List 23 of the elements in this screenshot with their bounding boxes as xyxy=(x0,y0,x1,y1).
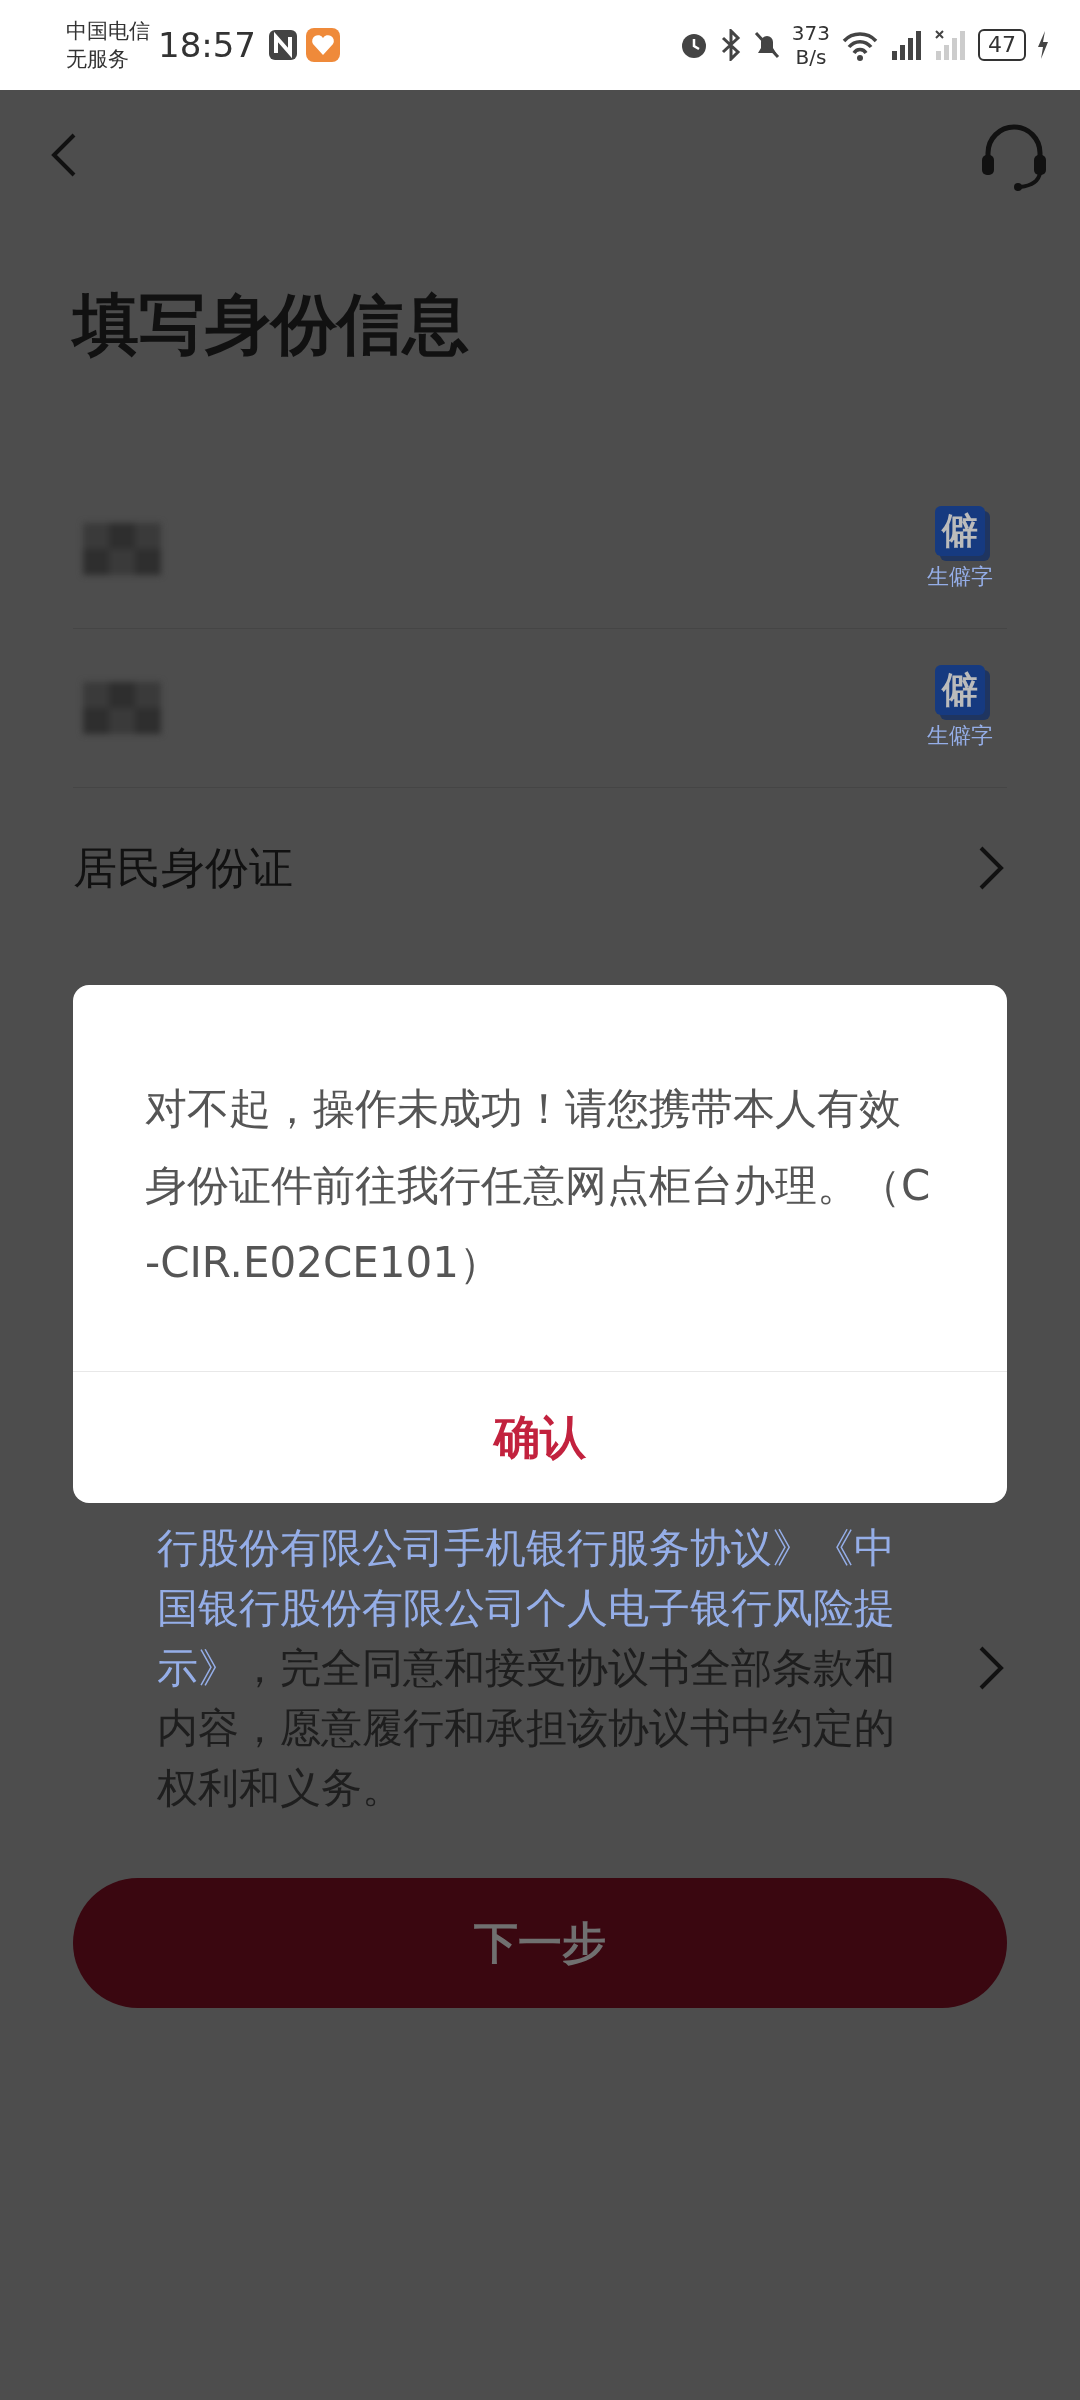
wifi-icon xyxy=(840,29,880,61)
signal-off-icon xyxy=(934,29,968,61)
clock: 18:57 xyxy=(158,25,256,65)
signal-icon xyxy=(890,29,924,61)
carrier-name: 中国电信 xyxy=(66,18,150,45)
speed-unit: B/s xyxy=(795,45,827,69)
page-title: 填写身份信息 xyxy=(73,285,470,365)
network-speed: 373 xyxy=(791,21,830,45)
agreement-link[interactable]: 行股份有限公司手机银行服务协议》 xyxy=(157,1524,813,1572)
charging-icon xyxy=(1036,30,1050,60)
agreement-link[interactable]: 国银行股份有限公司个人电子银行风险提 xyxy=(157,1584,895,1632)
nfc-icon xyxy=(268,29,298,61)
agreement-link[interactable]: 《中 xyxy=(813,1524,895,1572)
id-type-selector[interactable]: 居民身份证 xyxy=(73,788,1007,948)
agreement-link[interactable]: 示》 xyxy=(157,1644,239,1692)
battery-level: 47 xyxy=(978,29,1026,61)
rare-character-label: 生僻字 xyxy=(927,563,993,591)
confirm-button[interactable]: 确认 xyxy=(73,1371,1007,1503)
rare-character-label: 生僻字 xyxy=(927,722,993,750)
heart-app-icon xyxy=(306,28,340,62)
service-status: 无服务 xyxy=(66,46,130,73)
bluetooth-icon xyxy=(719,29,742,61)
dialog-message: 对不起，操作未成功！请您携带本人有效身份证件前往我行任意网点柜台办理。（C-CIR.E02CE101） xyxy=(144,1083,932,1289)
